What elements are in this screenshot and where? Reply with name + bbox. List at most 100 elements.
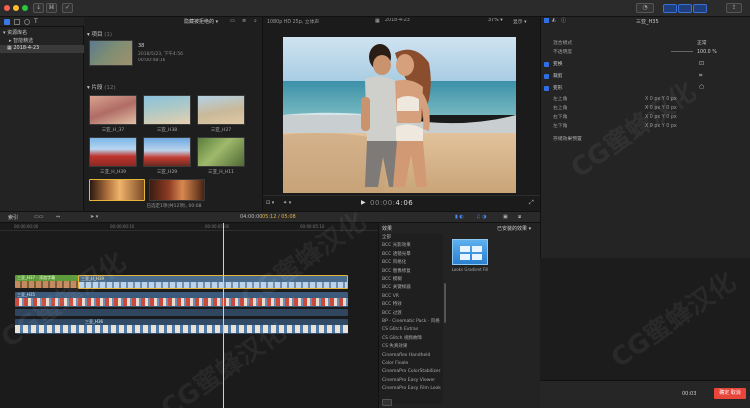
selected-clip-thumbnail[interactable]: [89, 179, 145, 201]
arrow-tool-icon[interactable]: ➤ ▾: [90, 214, 98, 220]
index-button[interactable]: 索引: [8, 214, 18, 221]
minimize-icon[interactable]: [13, 5, 19, 11]
effects-category[interactable]: BCC 关键帧器: [379, 284, 443, 292]
transitions-browser-icon[interactable]: ⧈: [518, 214, 521, 220]
keyword-icon[interactable]: ⌘: [46, 3, 57, 13]
storyline-clip[interactable]: 三亚_H36: [15, 319, 348, 334]
photos-icon[interactable]: [14, 19, 20, 25]
distort-section[interactable]: 变形: [541, 84, 750, 93]
background-tasks-icon[interactable]: ◔: [636, 3, 654, 13]
video-inspector-icon[interactable]: [544, 18, 549, 23]
clip-thumbnail[interactable]: [197, 95, 245, 125]
clip-appearance-icon[interactable]: ▭▭: [34, 214, 43, 220]
enhance-popup[interactable]: ✦ ▾: [283, 200, 291, 206]
effects-browser-icon[interactable]: ▣: [503, 214, 508, 220]
corner-row[interactable]: 左上角 X 0 px Y 0 px: [541, 95, 750, 104]
show-browser-button[interactable]: [663, 4, 677, 13]
corner-row[interactable]: 右下角 X 0 px Y 0 px: [541, 113, 750, 122]
installed-effects-popup[interactable]: 已安装的效果 ▾: [497, 225, 531, 232]
show-timeline-button[interactable]: [678, 4, 692, 13]
effects-category[interactable]: BCC 透镜光晕: [379, 251, 443, 259]
effects-category[interactable]: Color Finale: [379, 360, 443, 368]
viewer-image[interactable]: [283, 37, 516, 193]
event-item[interactable]: ▦ 2018-4-23: [0, 45, 84, 53]
effects-category[interactable]: CS Glitch Extras: [379, 326, 443, 334]
transform-onscreen-icon[interactable]: ⊡: [699, 60, 704, 67]
effects-category[interactable]: BCC 过渡: [379, 310, 443, 318]
corner-row[interactable]: 左下角 X 0 px Y 0 px: [541, 122, 750, 131]
ruler-tick: 00:00:05:10: [300, 224, 325, 229]
clip-thumbnail[interactable]: [197, 137, 245, 167]
clip-thumbnail[interactable]: [143, 95, 191, 125]
info-inspector-icon[interactable]: ⓘ: [561, 17, 566, 24]
clip-thumbnail[interactable]: [89, 137, 137, 167]
clip-thumbnail[interactable]: [143, 137, 191, 167]
crop-section[interactable]: 裁剪: [541, 72, 750, 81]
library-item[interactable]: ▸ 智能精选: [9, 37, 83, 45]
crop-checkbox[interactable]: [544, 74, 549, 79]
library-item[interactable]: ▾ 资源库名: [3, 29, 83, 37]
playhead[interactable]: [223, 223, 224, 408]
effects-category[interactable]: BCC 风格化: [379, 259, 443, 267]
effects-category[interactable]: CinemaPro ColorStabilizer: [379, 368, 443, 376]
projects-section[interactable]: ▾ 项目 (1): [87, 30, 112, 38]
effects-category[interactable]: CinemaPro Easy Film Look: [379, 385, 443, 393]
close-icon[interactable]: [4, 5, 10, 11]
selected-clip[interactable]: 三亚_H_H39: [78, 275, 348, 289]
effects-category[interactable]: BCC 特效: [379, 301, 443, 309]
audio-waveform[interactable]: [15, 309, 348, 316]
save-preset-button[interactable]: 存储效果预置: [541, 135, 750, 144]
music-icon[interactable]: [24, 19, 30, 25]
effects-category[interactable]: BCC VR: [379, 293, 443, 301]
play-icon[interactable]: ▶: [361, 199, 366, 206]
effects-category[interactable]: BP · Cinematic Pack · 风格: [379, 318, 443, 326]
primary-storyline-clip[interactable]: 三亚_H35: [15, 292, 348, 307]
view-popup[interactable]: 显示 ▾: [513, 18, 527, 25]
opacity-slider[interactable]: [671, 51, 693, 52]
filmstrip-icon[interactable]: ≡: [242, 18, 246, 24]
confirm-button[interactable]: 确定 取消: [714, 388, 746, 399]
fullscreen-icon[interactable]: ⤢: [529, 199, 534, 207]
blend-mode-row[interactable]: 混合模式 正常: [541, 39, 750, 48]
zoom-popup[interactable]: 37% ▾: [488, 18, 503, 23]
effects-category[interactable]: CS Glitch 视频故障: [379, 335, 443, 343]
transform-section[interactable]: 变换: [541, 60, 750, 69]
corner-row[interactable]: 右上角 X 0 px Y 0 px: [541, 104, 750, 113]
effects-scrollbar[interactable]: [444, 283, 446, 323]
effects-category[interactable]: Cinemaflex Handheld: [379, 352, 443, 360]
effects-category[interactable]: 全部: [379, 234, 443, 242]
opacity-row[interactable]: 不透明度 100.0 %: [541, 48, 750, 57]
library-icon[interactable]: [4, 19, 10, 25]
clip-appearance-icon[interactable]: ▭: [230, 18, 235, 24]
zoom-icon[interactable]: [22, 5, 28, 11]
audio-skimming-icon[interactable]: ♫ ◑: [476, 214, 486, 220]
share-icon[interactable]: ⇪: [726, 3, 742, 13]
transform-checkbox[interactable]: [544, 62, 549, 67]
transform-popup[interactable]: ⊡ ▾: [266, 200, 274, 206]
color-inspector-icon[interactable]: ◭: [552, 17, 556, 23]
clip-thumbnail[interactable]: [149, 179, 205, 201]
zoom-timeline-icon[interactable]: ⇔: [56, 214, 60, 220]
effects-category[interactable]: BCC 模糊: [379, 276, 443, 284]
skimming-icon[interactable]: ▮ ◐: [455, 214, 464, 220]
distort-checkbox[interactable]: [544, 86, 549, 91]
effects-category[interactable]: BCC 光影效果: [379, 242, 443, 250]
project-thumbnail[interactable]: [89, 40, 133, 66]
clip-label: 三亚_H_37: [101, 128, 125, 133]
events-section[interactable]: ▾ 片段 (12): [87, 83, 116, 91]
clip-thumbnail[interactable]: [89, 95, 137, 125]
done-icon[interactable]: ✓: [62, 3, 73, 13]
import-icon[interactable]: ↓: [33, 3, 44, 13]
effects-category[interactable]: CinemaPro Easy Viewer: [379, 377, 443, 385]
sidebar-toggle-icon[interactable]: [382, 399, 392, 406]
filter-popup[interactable]: 隐藏被拒绝的 ▾: [184, 18, 218, 25]
titles-icon[interactable]: T: [34, 18, 38, 25]
crop-onscreen-icon[interactable]: ⌗: [699, 72, 702, 80]
connected-clip[interactable]: 三亚_H37 - 添加字幕: [15, 275, 78, 288]
effect-preset-thumbnail[interactable]: [452, 239, 488, 265]
search-icon[interactable]: ⌕: [254, 18, 257, 24]
effects-category[interactable]: CS 失真效果: [379, 343, 443, 351]
effects-category[interactable]: BCC 图像修复: [379, 268, 443, 276]
show-inspector-button[interactable]: [693, 4, 707, 13]
distort-onscreen-icon[interactable]: ⬠: [699, 84, 704, 91]
